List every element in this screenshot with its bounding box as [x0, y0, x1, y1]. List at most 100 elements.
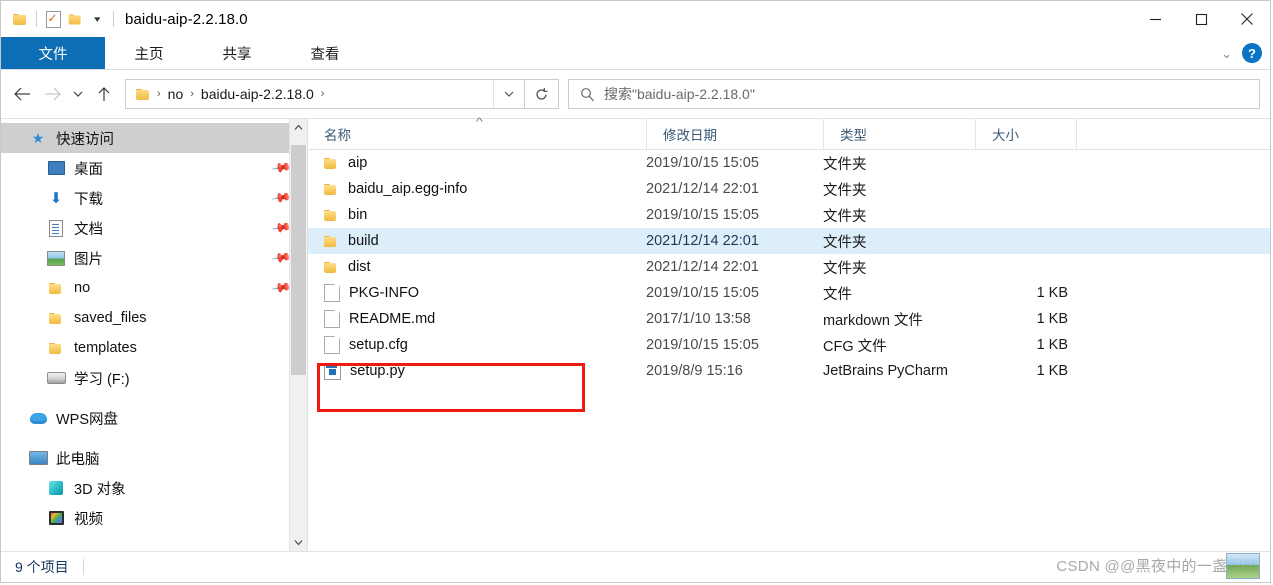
new-folder-icon[interactable] — [64, 8, 86, 30]
scroll-up-icon[interactable] — [290, 119, 307, 136]
file-name: baidu_aip.egg-info — [348, 181, 468, 197]
file-size: 1 KB — [1036, 337, 1068, 353]
table-row[interactable]: README.md 2017/1/10 13:58 markdown 文件 1 … — [308, 306, 1270, 332]
videos-icon — [45, 511, 67, 525]
table-row[interactable]: aip 2019/10/15 15:05 文件夹 — [308, 150, 1270, 176]
sidebar-item-drive-f[interactable]: 学习 (F:) — [1, 363, 307, 393]
table-row[interactable]: PKG-INFO 2019/10/15 15:05 文件 1 KB — [308, 280, 1270, 306]
quick-access-toolbar: ✓ ▾ — [1, 8, 119, 30]
tab-share[interactable]: 共享 — [193, 37, 281, 69]
recent-locations-icon[interactable] — [67, 79, 89, 109]
file-name-cell: README.md — [308, 306, 646, 332]
file-size — [975, 150, 1076, 176]
folder-icon — [324, 209, 339, 222]
cloud-icon — [27, 412, 49, 424]
file-size: 1 KB — [1036, 311, 1068, 327]
column-header-size[interactable]: 大小 — [975, 119, 1076, 149]
address-bar: › no › baidu-aip-2.2.18.0 › 搜索"baidu-aip… — [1, 70, 1270, 118]
table-row[interactable]: bin 2019/10/15 15:05 文件夹 — [308, 202, 1270, 228]
sidebar-item-templates[interactable]: templates — [1, 333, 307, 363]
properties-icon[interactable]: ✓ — [42, 8, 64, 30]
sidebar-item-wps-cloud[interactable]: WPS网盘 — [1, 403, 307, 433]
file-type: 文件夹 — [823, 156, 867, 173]
desktop-icon — [45, 161, 67, 175]
column-header-date[interactable]: 修改日期 — [646, 119, 823, 149]
file-date: 2021/12/14 22:01 — [646, 259, 759, 275]
file-icon — [324, 336, 340, 354]
sidebar-item-this-pc[interactable]: 此电脑 — [1, 443, 307, 473]
file-name: PKG-INFO — [349, 285, 420, 301]
file-size — [975, 228, 1076, 254]
file-name-cell: baidu_aip.egg-info — [308, 176, 646, 202]
sidebar-item-label: 学习 (F:) — [74, 371, 130, 388]
file-name: setup.py — [350, 363, 405, 379]
search-input[interactable]: 搜索"baidu-aip-2.2.18.0" — [568, 79, 1260, 109]
refresh-button[interactable] — [525, 79, 559, 109]
column-header-name-label: 名称 — [324, 128, 351, 143]
file-name: dist — [348, 259, 371, 275]
table-row[interactable]: setup.cfg 2019/10/15 15:05 CFG 文件 1 KB — [308, 332, 1270, 358]
navigation-scrollbar[interactable] — [289, 119, 307, 551]
folder-icon — [45, 312, 67, 325]
breadcrumb-sep-1: › — [190, 88, 194, 100]
folder-icon[interactable] — [9, 8, 31, 30]
sidebar-item-3d-objects[interactable]: 3D 对象 — [1, 473, 307, 503]
breadcrumb: › no › baidu-aip-2.2.18.0 › — [126, 86, 493, 102]
table-row[interactable]: dist 2021/12/14 22:01 文件夹 — [308, 254, 1270, 280]
qat-divider-1 — [36, 11, 37, 27]
sidebar-item-downloads[interactable]: ⬇ 下载 📌 — [1, 183, 307, 213]
maximize-button[interactable] — [1178, 1, 1224, 37]
ribbon-right-controls: ⌄ ? — [1221, 37, 1262, 69]
breadcrumb-item-1[interactable]: baidu-aip-2.2.18.0 — [198, 86, 317, 102]
address-field[interactable]: › no › baidu-aip-2.2.18.0 › — [125, 79, 525, 109]
file-date: 2019/10/15 15:05 — [646, 285, 759, 301]
sidebar-item-quick-access[interactable]: ★ 快速访问 — [1, 123, 307, 153]
table-row[interactable]: setup.py 2019/8/9 15:16 JetBrains PyChar… — [308, 358, 1270, 384]
file-size — [975, 254, 1076, 280]
file-name-cell: setup.py — [308, 358, 646, 384]
tab-file[interactable]: 文件 — [1, 37, 105, 69]
customize-caret-icon[interactable]: ▾ — [86, 8, 108, 30]
tab-view[interactable]: 查看 — [281, 37, 369, 69]
sidebar-item-videos[interactable]: 视频 — [1, 503, 307, 533]
file-name: README.md — [349, 311, 436, 327]
sidebar-item-documents[interactable]: 文档 📌 — [1, 213, 307, 243]
column-header-name[interactable]: 名称 ^ — [308, 117, 646, 149]
download-icon: ⬇ — [49, 189, 63, 207]
sidebar-item-label: saved_files — [74, 310, 147, 326]
sidebar-item-no[interactable]: no 📌 — [1, 273, 307, 303]
file-name-cell: build — [308, 228, 646, 254]
forward-button[interactable] — [37, 79, 67, 109]
chevron-down-icon[interactable]: ⌄ — [1221, 47, 1232, 60]
address-dropdown-icon[interactable] — [493, 80, 524, 108]
file-type: markdown 文件 — [823, 312, 923, 329]
this-pc-icon — [27, 451, 49, 465]
breadcrumb-item-0[interactable]: no — [165, 86, 187, 102]
sidebar-item-pictures[interactable]: 图片 📌 — [1, 243, 307, 273]
column-header-type[interactable]: 类型 — [823, 119, 975, 149]
tab-home[interactable]: 主页 — [105, 37, 193, 69]
sidebar-item-label: 桌面 — [74, 161, 103, 178]
up-button[interactable] — [89, 79, 119, 109]
table-row[interactable]: baidu_aip.egg-info 2021/12/14 22:01 文件夹 — [308, 176, 1270, 202]
scrollbar-thumb[interactable] — [291, 145, 306, 375]
close-button[interactable] — [1224, 1, 1270, 37]
file-type: 文件 — [823, 286, 852, 303]
table-row[interactable]: build 2021/12/14 22:01 文件夹 — [308, 228, 1270, 254]
breadcrumb-folder-icon[interactable] — [136, 88, 151, 101]
file-name-cell: dist — [308, 254, 646, 280]
sidebar-item-saved-files[interactable]: saved_files — [1, 303, 307, 333]
file-name: bin — [348, 207, 368, 223]
minimize-button[interactable] — [1132, 1, 1178, 37]
file-name-cell: setup.cfg — [308, 332, 646, 358]
scroll-down-icon[interactable] — [290, 534, 307, 551]
file-date: 2021/12/14 22:01 — [646, 181, 759, 197]
file-size: 1 KB — [1036, 363, 1068, 379]
help-icon[interactable]: ? — [1242, 43, 1262, 63]
back-button[interactable] — [7, 79, 37, 109]
explorer-window: ✓ ▾ baidu-aip-2.2.18.0 文件 主页 共享 查看 ⌄ ? ›… — [0, 0, 1271, 583]
folder-icon — [45, 342, 67, 355]
sidebar-item-desktop[interactable]: 桌面 📌 — [1, 153, 307, 183]
